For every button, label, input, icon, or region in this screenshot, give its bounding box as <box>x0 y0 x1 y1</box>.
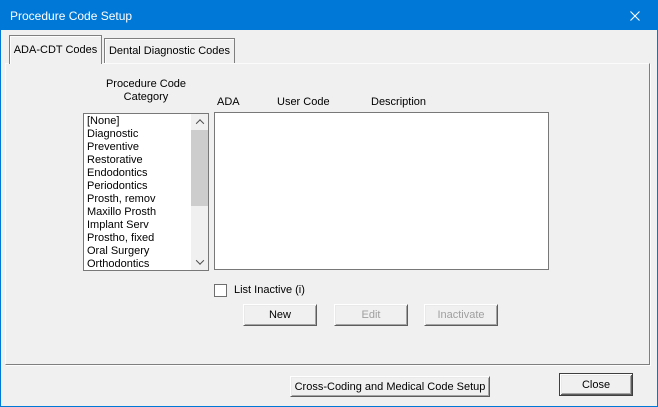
close-icon <box>629 10 640 21</box>
list-inactive-checkbox[interactable] <box>214 284 227 297</box>
category-list-label: Procedure Code Category <box>83 78 209 104</box>
title-bar: Procedure Code Setup <box>1 1 657 30</box>
close-button[interactable]: Close <box>559 373 633 396</box>
list-item[interactable]: Implant Serv <box>84 219 191 232</box>
procedure-code-setup-dialog: Procedure Code Setup ADA-CDT Codes Denta… <box>0 0 658 407</box>
category-listbox[interactable]: [None] Diagnostic Preventive Restorative… <box>83 113 209 271</box>
list-item[interactable]: Periodontics <box>84 180 191 193</box>
window-close-button[interactable] <box>612 1 657 30</box>
category-label-line1: Procedure Code <box>105 78 187 90</box>
list-item[interactable]: Diagnostic <box>84 128 191 141</box>
column-header-user-code: User Code <box>277 96 330 108</box>
list-item[interactable]: Prosth, remov <box>84 193 191 206</box>
edit-button[interactable]: Edit <box>334 304 408 326</box>
list-item[interactable]: Endodontics <box>84 167 191 180</box>
list-item[interactable]: Prostho, fixed <box>84 232 191 245</box>
new-button[interactable]: New <box>243 304 317 326</box>
list-item[interactable]: Orthodontics <box>84 258 191 270</box>
inactivate-button[interactable]: Inactivate <box>424 304 498 326</box>
cross-coding-button[interactable]: Cross-Coding and Medical Code Setup <box>290 376 490 397</box>
category-label-line2: Category <box>123 91 169 103</box>
list-item[interactable]: Oral Surgery <box>84 245 191 258</box>
category-list: [None] Diagnostic Preventive Restorative… <box>84 115 191 270</box>
chevron-down-icon <box>195 256 204 265</box>
new-button-label: New <box>268 309 291 321</box>
tab-label: ADA-CDT Codes <box>13 44 98 56</box>
close-button-label: Close <box>581 378 611 391</box>
scroll-down-button[interactable] <box>191 254 208 270</box>
cross-coding-button-label: Cross-Coding and Medical Code Setup <box>294 380 486 393</box>
edit-button-label: Edit <box>361 309 381 321</box>
list-item[interactable]: Restorative <box>84 154 191 167</box>
list-item[interactable]: [None] <box>84 115 191 128</box>
tab-ada-cdt-codes[interactable]: ADA-CDT Codes <box>9 35 102 64</box>
tab-label: Dental Diagnostic Codes <box>108 45 231 57</box>
chevron-up-icon <box>195 119 204 128</box>
scroll-up-button[interactable] <box>191 114 208 130</box>
scrollbar-thumb[interactable] <box>191 130 208 206</box>
tab-dental-diagnostic-codes[interactable]: Dental Diagnostic Codes <box>104 38 235 63</box>
window-title: Procedure Code Setup <box>10 8 133 23</box>
inactivate-button-label: Inactivate <box>437 309 485 321</box>
column-header-description: Description <box>371 96 427 108</box>
category-scrollbar[interactable] <box>191 114 208 270</box>
list-item[interactable]: Preventive <box>84 141 191 154</box>
column-header-ada: ADA <box>217 96 240 108</box>
codes-table[interactable] <box>214 112 549 270</box>
list-inactive-label: List Inactive (i) <box>234 284 305 296</box>
list-item[interactable]: Maxillo Prosth <box>84 206 191 219</box>
